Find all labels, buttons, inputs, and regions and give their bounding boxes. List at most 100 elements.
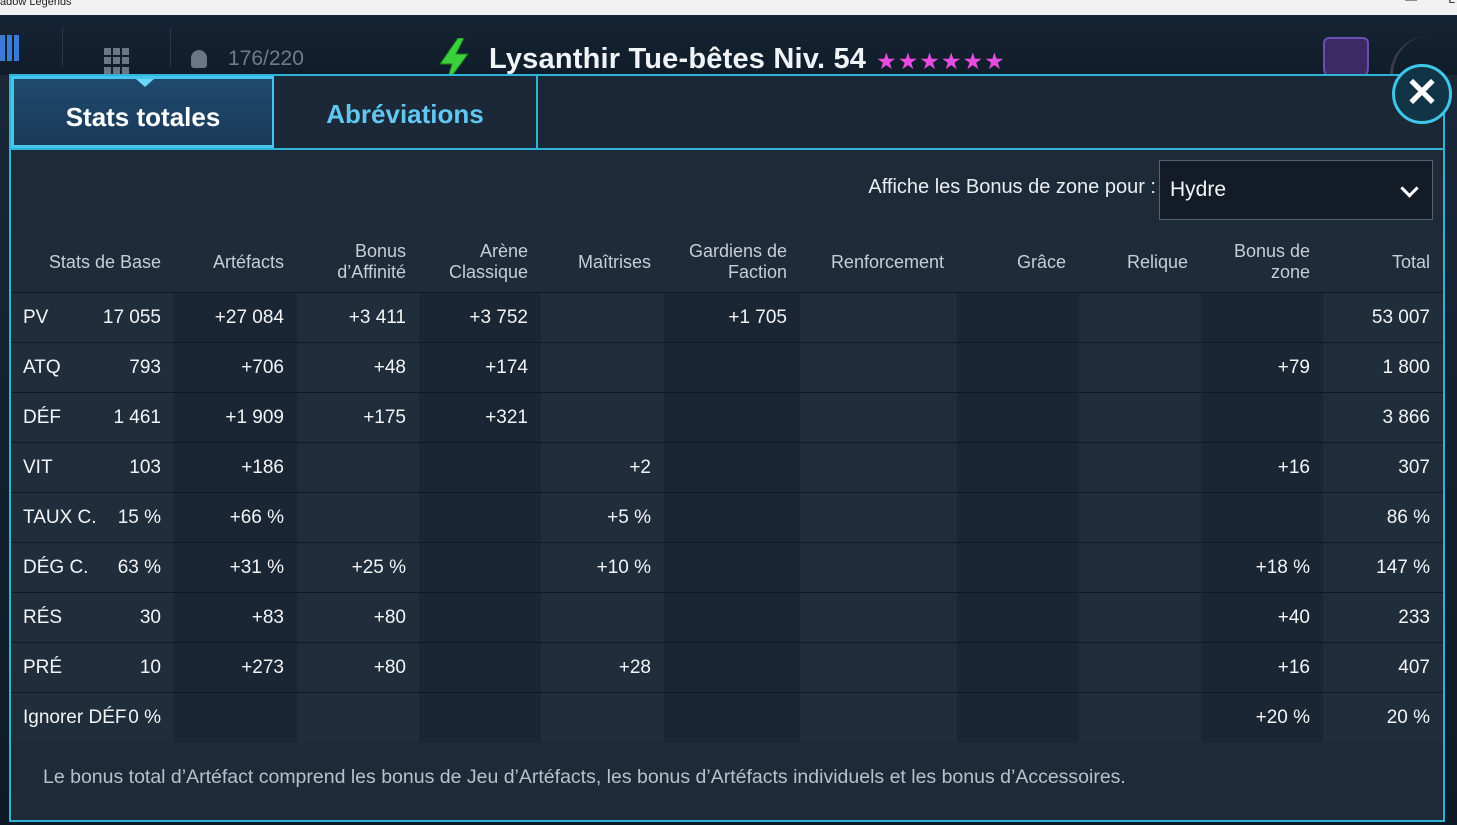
window-title: adow Legends: [0, 0, 72, 8]
stat-value-affinite: +80: [297, 642, 419, 693]
stat-value-affinite: +80: [297, 592, 419, 643]
stat-value-arene: [419, 642, 541, 693]
stat-value-total: 1 800: [1323, 342, 1443, 393]
stat-value-total: 407: [1323, 642, 1443, 693]
stat-value-renforcement: [800, 542, 957, 593]
column-header: Bonus d’Affinité: [297, 232, 419, 293]
stat-value-grace: [957, 342, 1079, 393]
stat-value-zone: +18 %: [1201, 542, 1323, 593]
stat-value-total: 307: [1323, 442, 1443, 493]
stat-value-total: 86 %: [1323, 492, 1443, 543]
table-body: PV 17 055 +27 084 +3 411 +3 752 +1 705 53 007 A…: [11, 292, 1443, 742]
stat-value-maitrises: +28: [541, 642, 664, 693]
stat-value-renforcement: [800, 342, 957, 393]
close-button[interactable]: ✕: [1392, 64, 1452, 124]
column-header: Total: [1323, 232, 1443, 293]
stat-value-maitrises: +10 %: [541, 542, 664, 593]
champion-count: 176/220: [228, 47, 304, 70]
stat-value-relique: [1079, 692, 1201, 742]
stat-value-arene: [419, 542, 541, 593]
stat-value-grace: [957, 292, 1079, 343]
stat-base-value: 63 %: [117, 556, 161, 578]
footnote: Le bonus total d’Artéfact comprend les b…: [43, 766, 1126, 788]
column-header: Stats de Base: [11, 232, 174, 293]
stat-value-arene: [419, 492, 541, 543]
divider: [170, 27, 171, 67]
stat-value-artefacts: +31 %: [174, 542, 297, 593]
top-bar: 176/220 Lysanthir Tue-bêtes Niv. 54 ★★★★…: [0, 15, 1457, 115]
stat-base-value: 10: [139, 656, 161, 678]
grid-icon[interactable]: [104, 48, 130, 74]
chevron-down-icon: [1400, 179, 1419, 198]
stat-value-zone: +20 %: [1201, 692, 1323, 742]
table-row: DÉG C. 63 % +31 % +25 % +10 % +18 % 147 %: [11, 542, 1443, 593]
stat-name: PV: [23, 306, 49, 328]
stat-cell: DÉG C. 63 %: [11, 542, 174, 593]
stat-value-relique: [1079, 292, 1201, 343]
stat-value-affinite: +25 %: [297, 542, 419, 593]
stat-base-value: 793: [129, 356, 161, 378]
stat-value-arene: +3 752: [419, 292, 541, 343]
zone-select[interactable]: Hydre: [1159, 160, 1433, 220]
stat-cell: ATQ 793: [11, 342, 174, 393]
stat-value-total: 147 %: [1323, 542, 1443, 593]
table-row: Ignorer DÉF 0 % +20 % 20 %: [11, 692, 1443, 742]
stat-value-maitrises: [541, 292, 664, 343]
stat-value-relique: [1079, 542, 1201, 593]
stat-value-affinite: +48: [297, 342, 419, 393]
minimize-button[interactable]: —: [1405, 0, 1417, 5]
stat-value-affinite: +175: [297, 392, 419, 443]
menu-icon[interactable]: [0, 35, 22, 61]
column-header: Relique: [1079, 232, 1201, 293]
stat-value-total: 233: [1323, 592, 1443, 643]
column-header: Grâce: [957, 232, 1079, 293]
stat-value-zone: +40: [1201, 592, 1323, 643]
stat-name: DÉG C.: [23, 556, 89, 578]
stat-cell: PRÉ 10: [11, 642, 174, 693]
table-row: PRÉ 10 +273 +80 +28 +16 407: [11, 642, 1443, 693]
stat-name: PRÉ: [23, 656, 63, 678]
star-rating: ★★★★★★: [876, 48, 1006, 74]
stat-value-maitrises: [541, 592, 664, 643]
stat-value-arene: [419, 692, 541, 742]
table-row: ATQ 793 +706 +48 +174 +79 1 800: [11, 342, 1443, 393]
stat-name: TAUX C.: [23, 506, 97, 528]
column-header: Arène Classique: [419, 232, 541, 293]
stat-value-artefacts: [174, 692, 297, 742]
stat-value-maitrises: [541, 392, 664, 443]
stat-value-relique: [1079, 442, 1201, 493]
table-row: PV 17 055 +27 084 +3 411 +3 752 +1 705 53 007: [11, 292, 1443, 343]
stat-base-value: 0 %: [128, 706, 161, 728]
stat-cell: Ignorer DÉF 0 %: [11, 692, 174, 742]
tab-stats-totales[interactable]: Stats totales: [11, 76, 275, 148]
stat-value-grace: [957, 442, 1079, 493]
stat-value-zone: [1201, 392, 1323, 443]
stat-value-gardiens: [664, 592, 800, 643]
stat-value-artefacts: +706: [174, 342, 297, 393]
stat-value-arene: [419, 442, 541, 493]
stat-value-grace: [957, 592, 1079, 643]
stat-cell: VIT 103: [11, 442, 174, 493]
tab-abreviations[interactable]: Abréviations: [274, 76, 538, 148]
stat-value-artefacts: +186: [174, 442, 297, 493]
stat-cell: PV 17 055: [11, 292, 174, 343]
stat-value-total: 3 866: [1323, 392, 1443, 443]
stat-value-gardiens: +1 705: [664, 292, 800, 343]
table-header-row: Stats de Base Artéfacts Bonus d’Affinité Arè…: [11, 232, 1443, 293]
stat-value-grace: [957, 642, 1079, 693]
stat-value-arene: +321: [419, 392, 541, 443]
column-header: Artéfacts: [174, 232, 297, 293]
table-row: VIT 103 +186 +2 +16 307: [11, 442, 1443, 493]
stat-value-maitrises: [541, 342, 664, 393]
tab-bar: Stats totales Abréviations: [11, 76, 1443, 150]
stat-value-gardiens: [664, 542, 800, 593]
stat-value-zone: [1201, 292, 1323, 343]
stat-value-renforcement: [800, 592, 957, 643]
stat-value-artefacts: +27 084: [174, 292, 297, 343]
window-edge-label[interactable]: L: [1448, 0, 1455, 5]
column-header: Maîtrises: [541, 232, 664, 293]
stat-value-renforcement: [800, 442, 957, 493]
stats-modal: Stats totales Abréviations Affiche les B…: [9, 74, 1445, 822]
stat-value-affinite: [297, 492, 419, 543]
stat-name: DÉF: [23, 406, 61, 428]
